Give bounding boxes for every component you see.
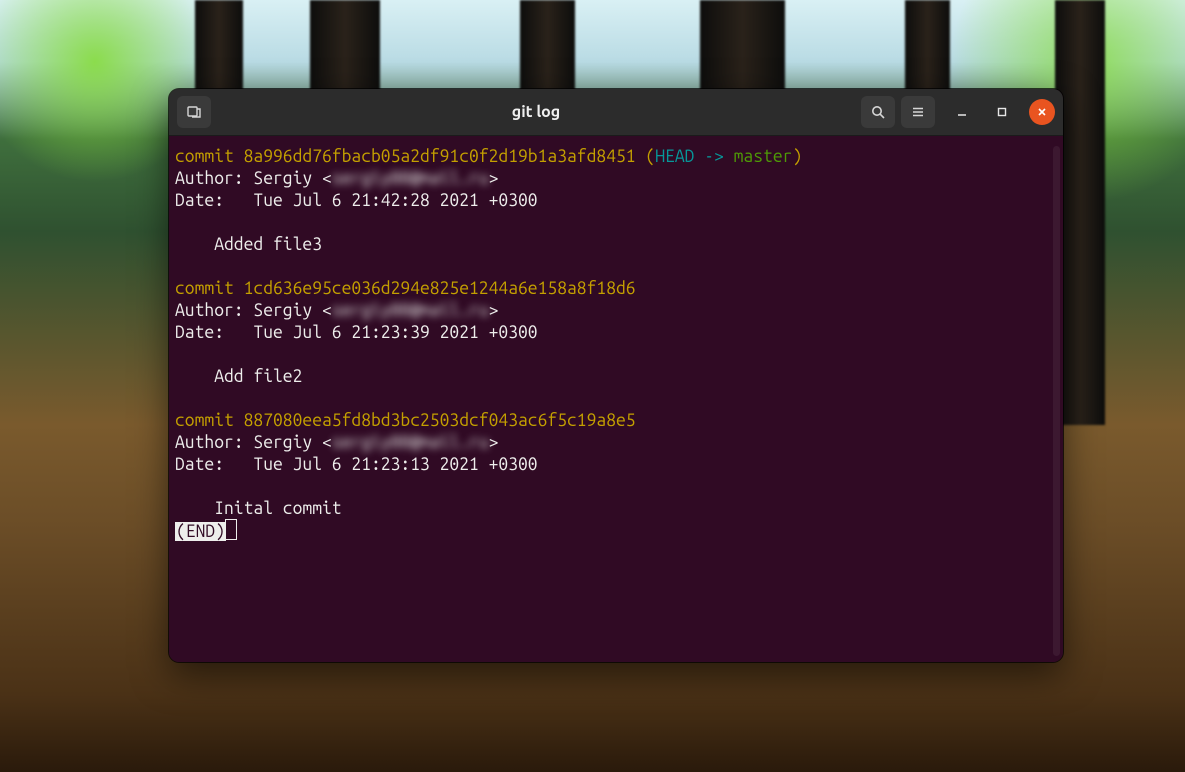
branch-ref: master (734, 147, 793, 166)
new-tab-button[interactable] (177, 96, 211, 128)
commit-line: commit 8a996dd76fbacb05a2df91c0f2d19b1a3… (175, 147, 636, 166)
commit-line: commit 887080eea5fd8bd3bc2503dcf043ac6f5… (175, 411, 636, 430)
minimize-button[interactable] (949, 99, 975, 125)
commit-message: Inital commit (175, 499, 342, 518)
window-titlebar: git log (169, 89, 1063, 136)
date-line: Date: Tue Jul 6 21:23:39 2021 +0300 (175, 323, 538, 342)
author-line: Author: Sergiy <sergiy00@mail.ru> (175, 169, 498, 188)
author-line: Author: Sergiy <sergiy00@mail.ru> (175, 301, 498, 320)
pager-end-marker: (END) (175, 522, 226, 541)
commit-line: commit 1cd636e95ce036d294e825e1244a6e158… (175, 279, 636, 298)
date-line: Date: Tue Jul 6 21:42:28 2021 +0300 (175, 191, 538, 210)
terminal-window: git log commit 8a996dd76fbacb05a2df (169, 89, 1063, 662)
commit-message: Add file2 (175, 367, 302, 386)
search-button[interactable] (861, 96, 895, 128)
hamburger-menu-button[interactable] (901, 96, 935, 128)
date-line: Date: Tue Jul 6 21:23:13 2021 +0300 (175, 455, 538, 474)
commit-message: Added file3 (175, 235, 322, 254)
terminal-output[interactable]: commit 8a996dd76fbacb05a2df91c0f2d19b1a3… (169, 136, 1063, 662)
maximize-button[interactable] (989, 99, 1015, 125)
window-title: git log (217, 103, 855, 121)
scrollbar[interactable] (1053, 146, 1060, 656)
terminal-cursor (226, 520, 236, 539)
head-ref: HEAD -> (655, 147, 733, 166)
close-button[interactable] (1029, 99, 1055, 125)
desktop-background: git log commit 8a996dd76fbacb05a2df (0, 0, 1185, 772)
author-line: Author: Sergiy <sergiy00@mail.ru> (175, 433, 498, 452)
